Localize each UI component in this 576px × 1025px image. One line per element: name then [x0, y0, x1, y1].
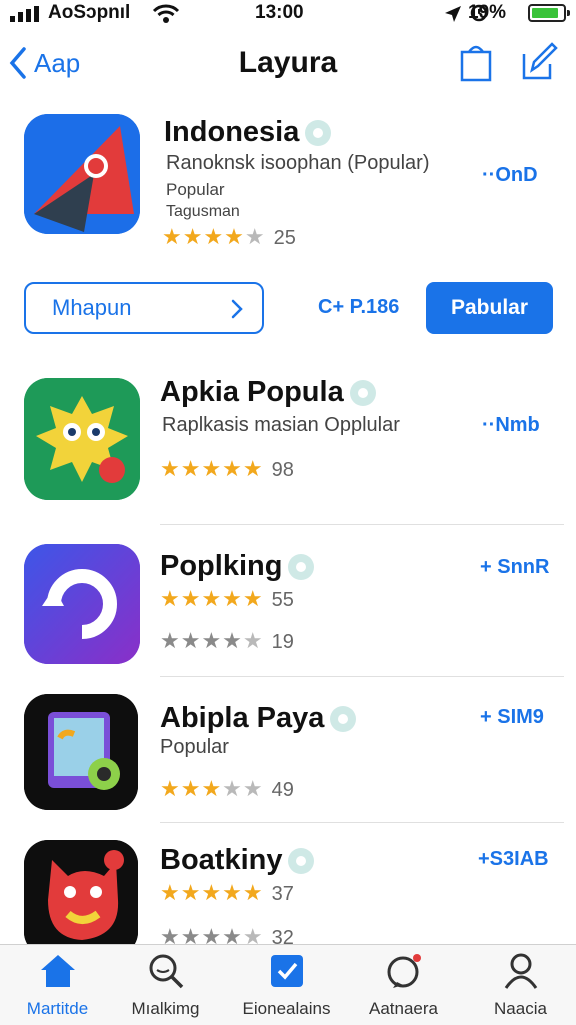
- rating-count: 98: [271, 459, 294, 481]
- app-icon: [24, 544, 140, 664]
- verified-badge-icon: [288, 848, 315, 875]
- indonesia-app-icon: [24, 114, 140, 234]
- app-subtitle: Ranoknsk isoophan (Popular): [166, 152, 430, 174]
- status-bar: AoSɔpnıl 13:00 19%: [0, 0, 576, 28]
- tab-label: Martitde: [26, 999, 89, 1018]
- battery-icon: [528, 4, 570, 22]
- verified-badge-icon: [349, 380, 376, 407]
- divider: [160, 524, 564, 525]
- rating-stars: ★★★★★ 98: [160, 456, 294, 481]
- app-name: Apkia Popula: [160, 376, 376, 409]
- rating-count: 55: [271, 589, 294, 611]
- price-label: C+ P.186: [318, 296, 400, 318]
- list-item[interactable]: Apkia Popula Raplkasis masian Opplular ★…: [0, 376, 576, 506]
- app-name: Poplking: [160, 550, 315, 583]
- app-name: Indonesia: [164, 116, 332, 149]
- app-icon: [24, 840, 138, 944]
- signal-icon: [10, 6, 39, 22]
- rating-stars: ★★★★★ 55: [160, 586, 294, 611]
- app-developer: Tagusman: [166, 203, 240, 220]
- verified-badge-icon: [305, 120, 332, 147]
- tab-label: Aatnaera: [369, 999, 438, 1018]
- divider: [160, 822, 564, 823]
- tab-label: Naacia: [494, 999, 547, 1018]
- tab-profile[interactable]: Naacia: [463, 951, 576, 1019]
- rating-count: 32: [271, 927, 294, 944]
- chevron-right-icon: [231, 299, 243, 319]
- get-price-button[interactable]: ··OnD: [482, 164, 538, 187]
- app-subtitle: Popular: [160, 736, 229, 758]
- divider: [160, 676, 564, 677]
- tab-apps[interactable]: Eionealains: [229, 951, 344, 1019]
- person-icon: [504, 953, 537, 989]
- get-price-button[interactable]: +S3IAB: [478, 848, 549, 871]
- rating-stars: ★★★★★ 37: [160, 880, 294, 905]
- open-button-label: Mhapun: [52, 295, 132, 320]
- rating-stars: ★★★★★ 49: [160, 776, 294, 801]
- rating-count: 19: [271, 631, 294, 653]
- tab-label: Eionealains: [242, 999, 331, 1018]
- featured-app[interactable]: Indonesia Ranoknsk isoophan (Popular) Po…: [0, 110, 576, 260]
- rating-count: 49: [271, 779, 294, 801]
- get-price-button[interactable]: + SIM9: [480, 706, 544, 729]
- tab-home[interactable]: Martitde: [0, 951, 115, 1019]
- open-button[interactable]: Mhapun: [24, 282, 264, 334]
- app-icon: [24, 378, 140, 500]
- battery-percent: 19%: [468, 2, 507, 23]
- clock-time: 13:00: [255, 2, 304, 23]
- wifi-icon: [152, 4, 180, 23]
- list-item[interactable]: Boatkiny ★★★★★ 37 ★★★★★ 32 +S3IAB: [0, 838, 576, 944]
- carrier-label: AoSɔpnıl: [48, 2, 131, 23]
- verified-badge-icon: [330, 706, 357, 733]
- app-subtitle: Raplkasis masian Opplular: [162, 414, 400, 436]
- tab-chat[interactable]: Aatnaera: [346, 951, 461, 1019]
- tab-search[interactable]: Mıalkimg: [108, 951, 223, 1019]
- search-icon: [149, 954, 183, 989]
- get-price-button[interactable]: + SnnR: [480, 556, 549, 579]
- rating-count: 37: [271, 883, 294, 905]
- verified-badge-icon: [288, 554, 315, 581]
- action-row: Mhapun C+ P.186 Pabular: [0, 282, 576, 338]
- popular-button[interactable]: Pabular: [426, 282, 553, 334]
- home-icon: [40, 955, 75, 987]
- app-category: Popular: [166, 180, 225, 199]
- location-arrow-icon: [445, 6, 461, 22]
- rating-stars: ★★★★★ 25: [162, 224, 296, 249]
- app-name: Abipla Paya: [160, 702, 357, 735]
- app-name: Boatkiny: [160, 844, 315, 877]
- compose-icon[interactable]: [520, 42, 558, 82]
- list-item[interactable]: Abipla Paya Popular ★★★★★ 49 + SIM9: [0, 692, 576, 822]
- apps-icon: [270, 955, 303, 987]
- share-icon[interactable]: [458, 42, 494, 82]
- list-item[interactable]: Poplking ★★★★★ 55 ★★★★★ 19 + SnnR: [0, 542, 576, 672]
- tab-bar: Martitde Mıalkimg Eionealains Aatnaera N…: [0, 944, 576, 1025]
- get-price-button[interactable]: ··Nmb: [482, 414, 540, 437]
- rating-stars-secondary: ★★★★★ 32: [160, 924, 294, 944]
- navigation-bar: Aap Layura: [0, 38, 576, 92]
- app-icon: [24, 694, 138, 810]
- tab-label: Mıalkimg: [131, 999, 200, 1018]
- chat-icon: [387, 954, 421, 988]
- rating-stars-secondary: ★★★★★ 19: [160, 628, 294, 653]
- rating-count: 25: [273, 227, 296, 249]
